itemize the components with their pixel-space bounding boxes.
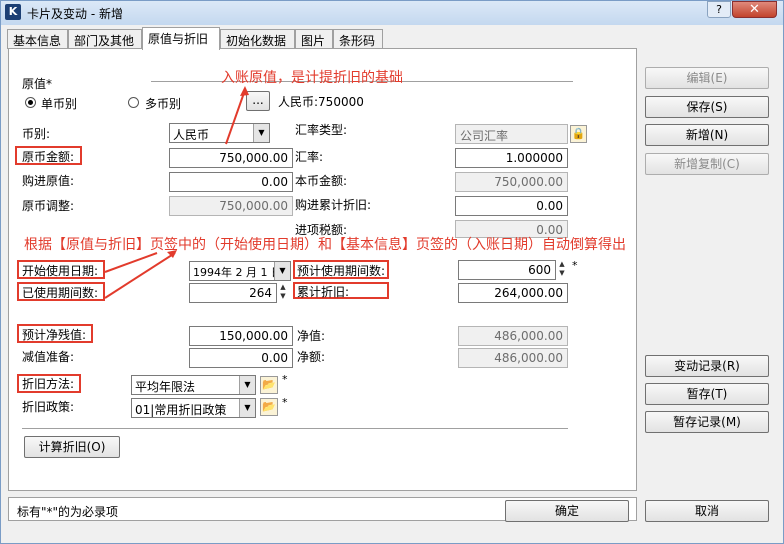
close-button[interactable]: ✕	[732, 1, 777, 18]
cancel-button[interactable]: 取消	[645, 500, 769, 522]
dialog-window: K 卡片及变动 - 新增 ? ✕ 基本信息 部门及其他 原值与折旧 初始化数据 …	[0, 0, 784, 544]
tab-department[interactable]: 部门及其他	[68, 29, 142, 49]
tab-value-depreciation[interactable]: 原值与折旧	[142, 27, 220, 50]
app-icon: K	[5, 4, 21, 20]
ok-button[interactable]: 确定	[505, 500, 629, 522]
tab-init-data[interactable]: 初始化数据	[220, 29, 295, 49]
window-title: 卡片及变动 - 新增	[27, 7, 123, 21]
annotation-arrows	[104, 86, 249, 299]
hold-log-button[interactable]: 暂存记录(M)	[645, 411, 769, 433]
add-button[interactable]: 新增(N)	[645, 124, 769, 146]
tab-barcode[interactable]: 条形码	[333, 29, 383, 49]
help-button[interactable]: ?	[707, 1, 731, 18]
hold-button[interactable]: 暂存(T)	[645, 383, 769, 405]
tab-images[interactable]: 图片	[295, 29, 333, 49]
title-bar: K 卡片及变动 - 新增 ? ✕	[1, 1, 783, 25]
arrow-line-top	[225, 89, 246, 145]
tab-basic-info[interactable]: 基本信息	[7, 29, 68, 49]
edit-button[interactable]: 编辑(E)	[645, 67, 769, 89]
change-log-button[interactable]: 变动记录(R)	[645, 355, 769, 377]
status-text: 标有"*"的为必录项	[17, 505, 119, 519]
arrow-head-top	[240, 86, 249, 96]
add-copy-button[interactable]: 新增复制(C)	[645, 153, 769, 175]
tab-panel: 原值* 入账原值，是计提折旧的基础 单币别 多币别 ... 人民币:750000…	[8, 48, 637, 491]
save-button[interactable]: 保存(S)	[645, 96, 769, 118]
